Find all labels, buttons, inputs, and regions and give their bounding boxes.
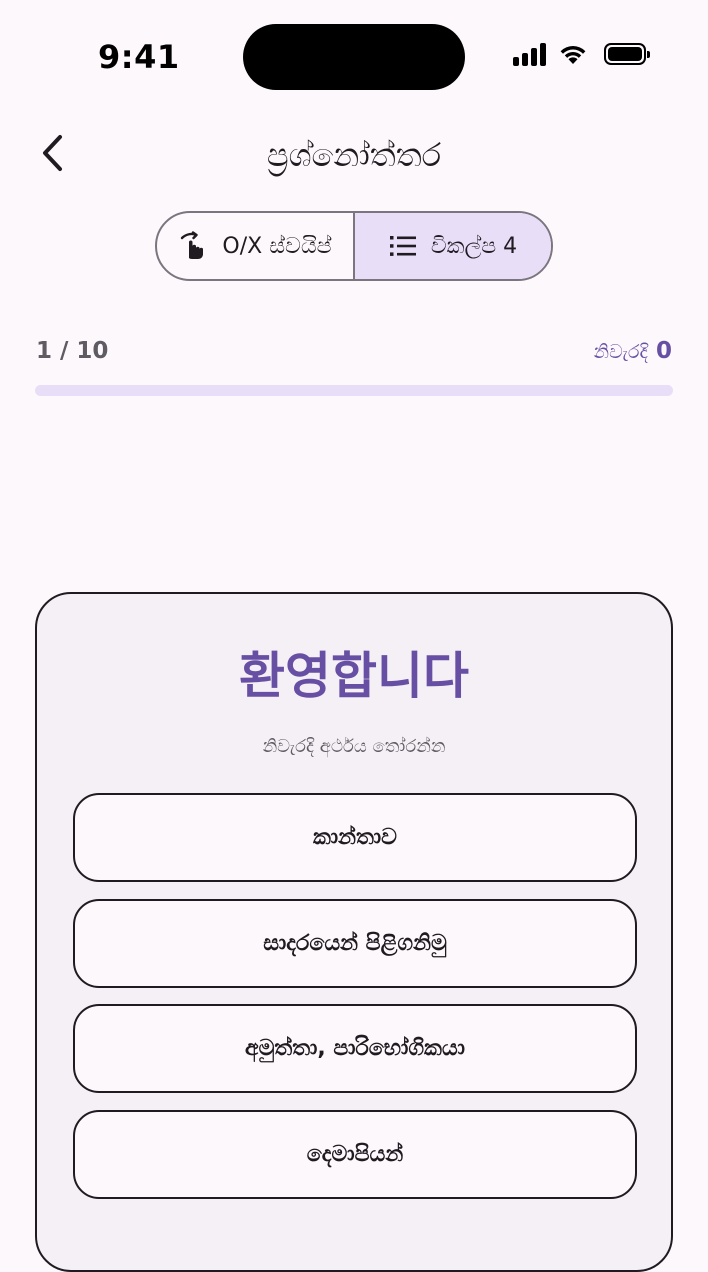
swipe-mode-tab[interactable]: O/X ස්වයිප් — [157, 213, 353, 279]
question-card: 환영합니다 නිවැරදි අර්ථය තෝරන්න කාන්තාව සාදරය… — [35, 592, 673, 1272]
status-bar: 9:41 — [0, 0, 708, 110]
wifi-icon — [560, 46, 586, 64]
list-icon — [389, 236, 416, 256]
score-display: නිවැරදි 0 — [594, 338, 672, 364]
cellular-signal-icon — [513, 42, 546, 66]
answer-option-2[interactable]: සාදරයෙන් පිළිගනිමු — [73, 899, 637, 988]
question-hint: නිවැරදි අර්ථය තෝරන්න — [262, 736, 446, 757]
answer-option-3[interactable]: අමුත්තා, පාරිභෝගිකයා — [73, 1004, 637, 1093]
dynamic-island — [243, 24, 465, 90]
question-word: 환영합니다 — [239, 647, 469, 705]
answer-option-1[interactable]: කාන්තාව — [73, 793, 637, 882]
status-time: 9:41 — [98, 38, 180, 76]
question-progress-count: 1 / 10 — [36, 338, 109, 364]
score-label: නිවැරදි — [593, 341, 648, 363]
choice-mode-label: විකල්ප 4 — [430, 233, 518, 259]
swipe-gesture-icon — [181, 231, 204, 259]
quiz-mode-selector: O/X ස්වයිප් විකල්ප 4 — [155, 211, 553, 281]
page-title: ප්‍රශ්නෝත්තර — [266, 136, 442, 174]
choice-mode-tab[interactable]: විකල්ප 4 — [353, 213, 551, 279]
battery-icon — [604, 43, 650, 65]
answer-option-4[interactable]: දෙමාපියන් — [73, 1110, 637, 1199]
score-value: 0 — [655, 338, 672, 364]
status-icons — [513, 42, 650, 66]
progress-bar — [35, 385, 673, 396]
swipe-mode-label: O/X ස්වයිප් — [222, 233, 332, 259]
